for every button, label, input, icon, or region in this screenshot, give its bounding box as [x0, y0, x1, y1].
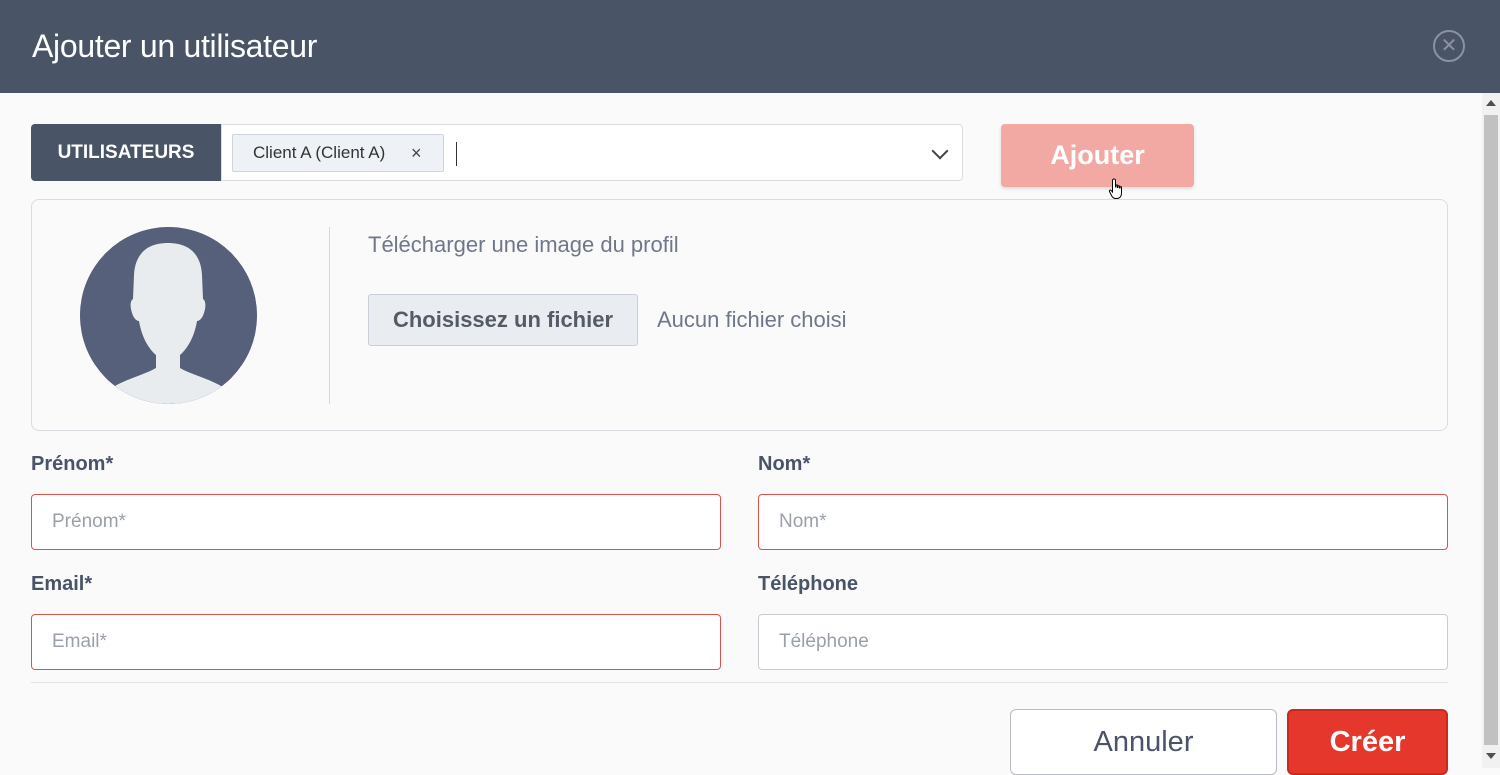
chip-remove-icon[interactable]: ×: [411, 135, 422, 171]
chevron-down-icon[interactable]: [931, 142, 949, 160]
email-label: Email*: [31, 573, 93, 595]
avatar-placeholder-icon: [80, 227, 257, 404]
modal-title: Ajouter un utilisateur: [32, 28, 318, 64]
create-button[interactable]: Créer: [1287, 709, 1448, 775]
upload-label: Télécharger une image du profil: [368, 232, 679, 257]
firstname-input[interactable]: [31, 494, 721, 550]
hand-pointer-icon: [1108, 178, 1122, 199]
cancel-button[interactable]: Annuler: [1010, 709, 1277, 775]
firstname-label: Prénom*: [31, 453, 114, 475]
chip-label: Client A (Client A): [253, 143, 386, 162]
choose-file-button[interactable]: Choisissez un fichier: [368, 294, 638, 346]
scroll-up-icon[interactable]: [1486, 100, 1496, 106]
text-caret: [456, 142, 457, 166]
profile-image-panel: Télécharger une image du profil Choisiss…: [31, 199, 1448, 431]
lastname-input[interactable]: [758, 494, 1448, 550]
close-icon[interactable]: ✕: [1433, 30, 1465, 62]
phone-label: Téléphone: [758, 573, 859, 595]
users-label: UTILISATEURS: [31, 124, 221, 181]
add-user-button[interactable]: Ajouter: [1001, 124, 1194, 187]
footer-divider: [31, 682, 1448, 683]
scroll-down-icon[interactable]: [1486, 753, 1496, 759]
vertical-divider: [329, 227, 330, 404]
lastname-label: Nom*: [758, 453, 811, 475]
selected-user-chip: Client A (Client A) ×: [232, 134, 444, 172]
phone-input[interactable]: [758, 614, 1448, 670]
users-select[interactable]: Client A (Client A) ×: [221, 124, 963, 181]
email-input[interactable]: [31, 614, 721, 670]
vertical-scrollbar[interactable]: [1482, 93, 1500, 768]
scrollbar-thumb[interactable]: [1484, 115, 1498, 745]
file-status: Aucun fichier choisi: [657, 307, 847, 332]
modal-header: Ajouter un utilisateur ✕: [0, 0, 1500, 93]
